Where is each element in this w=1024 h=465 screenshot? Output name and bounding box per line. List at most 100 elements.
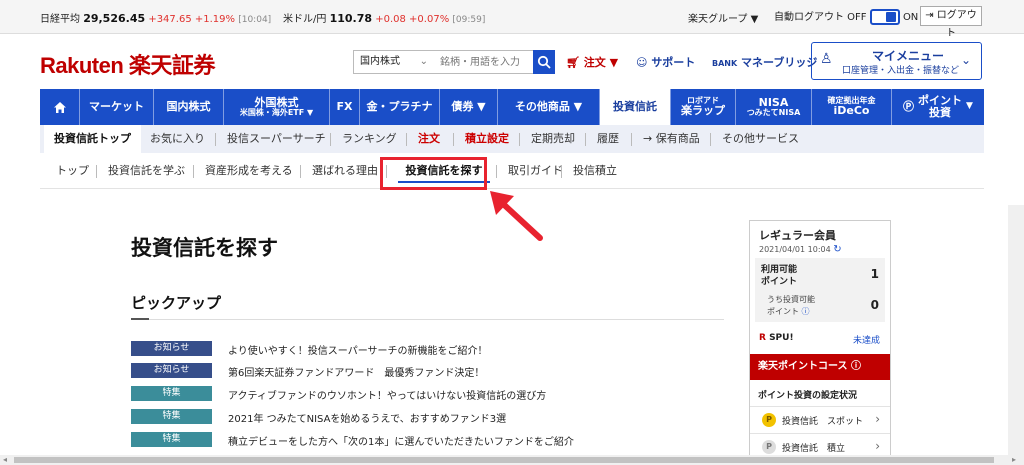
news-link[interactable]: アクティブファンドのウソホント！やってはいけない投資信託の選び方 bbox=[228, 387, 546, 402]
point-course-label: 楽天ポイントコース bbox=[758, 361, 848, 372]
nikkei-pct: +1.19% bbox=[194, 14, 236, 25]
auto-logout-toggle[interactable]: 自動ログアウト OFF ON bbox=[774, 8, 918, 25]
section-why-chosen[interactable]: 選ばれる理由 bbox=[312, 153, 378, 189]
site-header: Rakuten 楽天証券 国内株式 ⌄ 🛒︎ 注文 ▼ ☺ サポート BANK … bbox=[0, 34, 1024, 88]
points-date: 2021/04/01 10:04 bbox=[759, 245, 831, 254]
subnav-super-search[interactable]: 投信スーパーサーチ bbox=[227, 125, 326, 153]
market-select[interactable]: 国内株式 ⌄ bbox=[353, 50, 435, 74]
support-link[interactable]: ☺ サポート bbox=[636, 54, 695, 70]
section-top[interactable]: トップ bbox=[56, 153, 89, 189]
nav-robo-advisor[interactable]: ロボアド 楽ラップ bbox=[670, 89, 736, 125]
section-trading-guide[interactable]: 取引ガイド bbox=[508, 153, 563, 189]
divider bbox=[406, 133, 407, 146]
horizontal-scrollbar[interactable]: ◂ ▸ bbox=[0, 455, 1024, 465]
divider bbox=[631, 133, 632, 146]
setting-row-accumulation-label: 投資信託 積立 bbox=[782, 444, 846, 454]
news-item[interactable]: 特集 積立デビューをした方へ「次の1本」に選んでいただきたいファンドをご紹介 bbox=[131, 432, 731, 448]
usd-change: +0.08 bbox=[375, 14, 406, 25]
setting-row-spot[interactable]: P 投資信託 スポット › bbox=[750, 406, 890, 432]
pickup-divider bbox=[131, 318, 724, 320]
subnav-ranking[interactable]: ランキング bbox=[342, 125, 397, 153]
help-icon[interactable]: ⓘ bbox=[802, 307, 810, 316]
chevron-right-icon: › bbox=[875, 412, 880, 426]
rakuten-group-menu[interactable]: 楽天グループ ▼ bbox=[688, 10, 758, 25]
divider bbox=[585, 133, 586, 146]
search-input[interactable] bbox=[434, 50, 534, 74]
usable-points-label-line2: ポイント bbox=[761, 277, 798, 287]
section-learn-funds[interactable]: 投資信託を学ぶ bbox=[108, 153, 185, 189]
rakuten-logo[interactable]: Rakuten 楽天証券 bbox=[40, 48, 215, 80]
search-icon bbox=[537, 55, 551, 69]
subnav-history[interactable]: 履歴 bbox=[597, 125, 619, 153]
my-menu-title: マイメニュー bbox=[872, 49, 945, 63]
pickup-heading: ピックアップ bbox=[131, 294, 222, 312]
nav-market[interactable]: マーケット bbox=[80, 89, 154, 125]
scrollbar-thumb[interactable] bbox=[14, 457, 994, 463]
news-link[interactable]: 2021年 つみたてNISAを始めるうえで、おすすめファンド3選 bbox=[228, 410, 506, 425]
scroll-left-icon[interactable]: ◂ bbox=[3, 455, 7, 464]
nav-fx[interactable]: FX bbox=[330, 89, 360, 125]
nav-nisa-line2: つみたてNISA bbox=[746, 107, 801, 117]
divider bbox=[496, 165, 497, 178]
my-menu-button[interactable]: ♙ マイメニュー 口座管理・入出金・振替など ⌄ bbox=[811, 42, 982, 80]
toggle-switch-icon[interactable] bbox=[869, 9, 900, 25]
news-item[interactable]: 特集 2021年 つみたてNISAを始めるうえで、おすすめファンド3選 bbox=[131, 409, 731, 425]
nav-robo-line2: 楽ラップ bbox=[681, 104, 725, 118]
help-icon: ⓘ bbox=[850, 361, 861, 372]
subnav-favorites[interactable]: お気に入り bbox=[150, 125, 205, 153]
subnav-order[interactable]: 注文 bbox=[418, 125, 440, 153]
nav-investment-trust[interactable]: 投資信託 bbox=[600, 89, 670, 125]
news-item[interactable]: お知らせ より使いやすく！投信スーパーサーチの新機能をご紹介！ bbox=[131, 341, 731, 357]
nav-domestic-stock[interactable]: 国内株式 bbox=[154, 89, 224, 125]
nav-point-investment[interactable]: Ⓟ ポイント 投資 ▼ bbox=[892, 89, 984, 125]
vertical-scrollbar[interactable] bbox=[1008, 205, 1024, 455]
news-badge: お知らせ bbox=[131, 363, 212, 378]
caret-down-icon: ▼ bbox=[966, 101, 973, 112]
divider bbox=[453, 133, 454, 146]
point-course-button[interactable]: 楽天ポイントコース ⓘ bbox=[750, 354, 890, 380]
scroll-right-icon[interactable]: ▸ bbox=[1012, 455, 1016, 464]
news-link[interactable]: より使いやすく！投信スーパーサーチの新機能をご紹介！ bbox=[228, 342, 488, 357]
spu-status-link[interactable]: 未達成 bbox=[853, 333, 880, 346]
logout-icon: ⇥ bbox=[925, 10, 934, 21]
section-asset-building[interactable]: 資産形成を考える bbox=[205, 153, 293, 189]
nav-ideco[interactable]: 確定拠出年金 iDeCo bbox=[812, 89, 892, 125]
order-menu-label: 注文 ▼ bbox=[583, 56, 619, 69]
home-icon bbox=[53, 101, 66, 113]
news-link[interactable]: 積立デビューをした方へ「次の1本」に選んでいただきたいファンドをご紹介 bbox=[228, 433, 574, 448]
nav-foreign-stock[interactable]: 外国株式 米国株・海外ETF ▼ bbox=[224, 89, 330, 125]
chevron-right-icon: › bbox=[875, 439, 880, 453]
search-button[interactable] bbox=[533, 50, 555, 74]
subnav-accumulation-settings[interactable]: 積立設定 bbox=[465, 125, 509, 153]
user-icon: ♙ bbox=[820, 51, 833, 67]
nav-other-products[interactable]: その他商品 ▼ bbox=[498, 89, 600, 125]
subnav-fund-top[interactable]: 投資信託トップ bbox=[44, 125, 141, 153]
subnav-periodic-sale[interactable]: 定期売却 bbox=[531, 125, 575, 153]
points-summary: 利用可能 ポイント 1 うち投資可能 ポイント ⓘ 0 bbox=[755, 258, 885, 322]
subnav-holdings[interactable]: → 保有商品 bbox=[643, 125, 700, 153]
setting-row-spot-label: 投資信託 スポット bbox=[782, 417, 864, 427]
order-menu[interactable]: 🛒︎ 注文 ▼ bbox=[566, 54, 618, 70]
usable-points-value: 1 bbox=[870, 267, 879, 281]
money-bridge-link[interactable]: BANK マネーブリッジ bbox=[712, 54, 817, 70]
fund-section-nav: トップ 投資信託を学ぶ 資産形成を考える 選ばれる理由 投資信託を探す 取引ガイ… bbox=[40, 153, 984, 189]
news-item[interactable]: お知らせ 第6回楽天証券ファンドアワード 最優秀ファンド決定！ bbox=[131, 363, 731, 379]
chevron-down-icon: ⌄ bbox=[960, 53, 971, 67]
bank-icon: BANK bbox=[712, 59, 738, 68]
nav-gold-platinum[interactable]: 金・プラチナ bbox=[360, 89, 440, 125]
news-item[interactable]: 特集 アクティブファンドのウソホント！やってはいけない投資信託の選び方 bbox=[131, 386, 731, 402]
news-link[interactable]: 第6回楽天証券ファンドアワード 最優秀ファンド決定！ bbox=[228, 364, 484, 379]
section-fund-accumulation[interactable]: 投信積立 bbox=[573, 153, 617, 189]
refresh-icon[interactable]: ↻ bbox=[833, 244, 841, 255]
usd-value: 110.78 bbox=[329, 12, 373, 25]
nav-foreign-stock-line2: 米国株・海外ETF ▼ bbox=[239, 107, 314, 117]
subnav-other-services[interactable]: その他サービス bbox=[722, 125, 799, 153]
spu-r-mark: R bbox=[759, 333, 766, 343]
logout-button[interactable]: ⇥ ログアウト bbox=[920, 6, 982, 39]
nav-bonds[interactable]: 債券 ▼ bbox=[440, 89, 498, 125]
nav-point-line1: ポイント bbox=[918, 93, 963, 107]
investable-points-label: うち投資可能 ポイント ⓘ bbox=[767, 294, 815, 318]
divider bbox=[330, 133, 331, 146]
nav-nisa[interactable]: NISA つみたてNISA bbox=[736, 89, 812, 125]
home-nav[interactable] bbox=[40, 89, 80, 125]
